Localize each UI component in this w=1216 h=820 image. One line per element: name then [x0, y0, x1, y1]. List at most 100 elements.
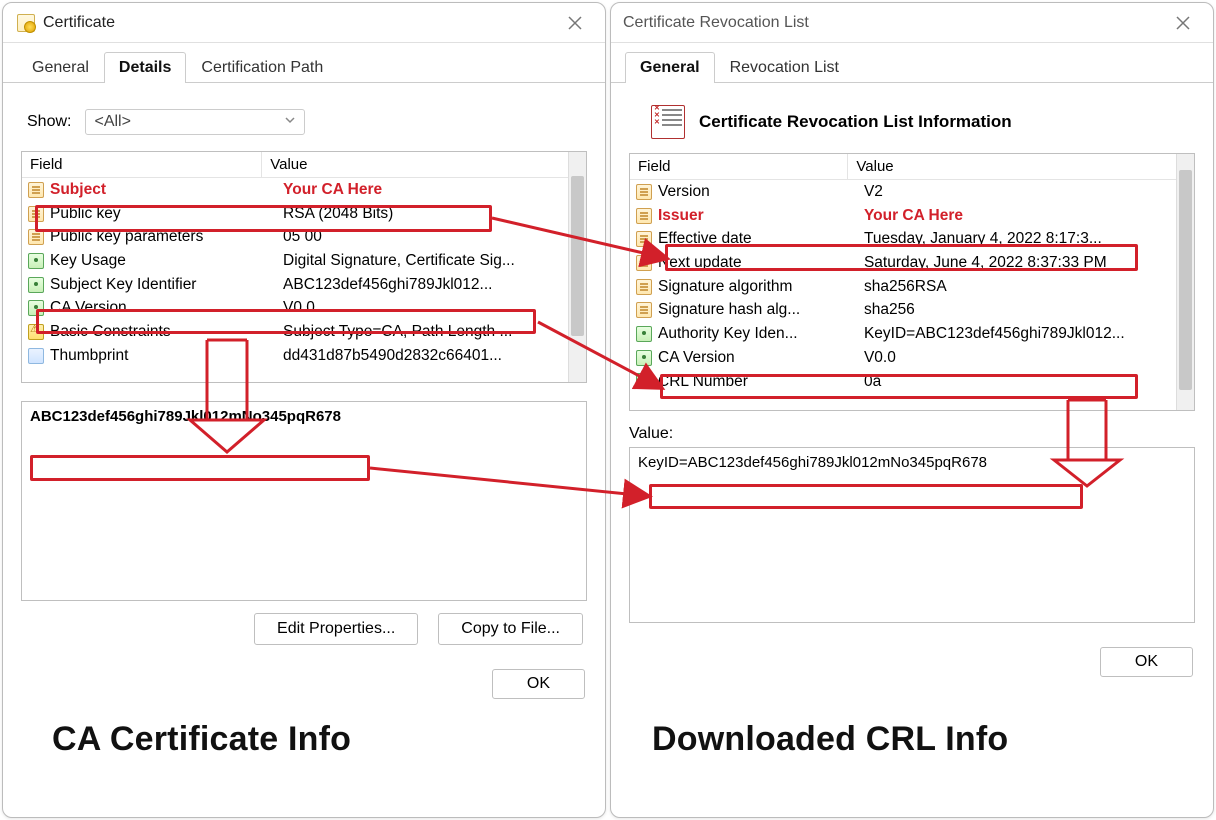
row-field: Signature algorithm: [658, 276, 864, 298]
row-value: Digital Signature, Certificate Sig...: [283, 250, 565, 272]
chevron-down-icon: [284, 113, 296, 131]
row-field: Effective date: [658, 228, 864, 250]
row-field: CRL Number: [658, 371, 864, 393]
show-select-value: <All>: [94, 113, 130, 130]
doc-icon: [634, 300, 654, 320]
row-field: Issuer: [658, 205, 864, 227]
doc-icon: [26, 180, 46, 200]
row-value: Your CA Here: [283, 179, 565, 201]
row-field: CA Version: [658, 347, 864, 369]
row-value: Your CA Here: [864, 205, 1173, 227]
doc-icon: [634, 229, 654, 249]
titlebar: Certificate Revocation List: [611, 3, 1213, 43]
list-row[interactable]: Basic ConstraintsSubject Type=CA, Path L…: [22, 320, 568, 344]
doc-icon: [634, 206, 654, 226]
col-value[interactable]: Value: [262, 152, 568, 177]
doc-icon: [26, 204, 46, 224]
fields-list[interactable]: Field Value SubjectYour CA HerePublic ke…: [21, 151, 587, 383]
row-field: Authority Key Iden...: [658, 323, 864, 345]
ok-button[interactable]: OK: [1100, 647, 1193, 677]
ext-icon: [634, 348, 654, 368]
tab-details[interactable]: Details: [104, 52, 186, 83]
detail-value-text: KeyID=ABC123def456ghi789Jkl012mNo345pqR6…: [638, 454, 987, 471]
titlebar: Certificate: [3, 3, 605, 43]
window-title: Certificate Revocation List: [623, 14, 1161, 32]
row-field: Thumbprint: [50, 345, 283, 367]
list-row[interactable]: Next updateSaturday, June 4, 2022 8:37:3…: [630, 251, 1176, 275]
row-field: Subject: [50, 179, 283, 201]
row-field: CA Version: [50, 297, 283, 319]
list-row[interactable]: Effective dateTuesday, January 4, 2022 8…: [630, 227, 1176, 251]
caption-right: Downloaded CRL Info: [652, 720, 1008, 759]
list-row[interactable]: Signature algorithmsha256RSA: [630, 275, 1176, 299]
bc-icon: [26, 322, 46, 342]
show-label: Show:: [27, 113, 71, 131]
tab-general[interactable]: General: [17, 52, 104, 83]
scrollbar[interactable]: [568, 152, 586, 382]
row-value: 05 00: [283, 226, 565, 248]
list-row[interactable]: CRL Number0a: [630, 370, 1176, 394]
scrollbar[interactable]: [1176, 154, 1194, 410]
ok-button[interactable]: OK: [492, 669, 585, 699]
row-value: V2: [864, 181, 1173, 203]
list-row[interactable]: Subject Key IdentifierABC123def456ghi789…: [22, 273, 568, 297]
tab-certification-path[interactable]: Certification Path: [186, 52, 338, 83]
list-row[interactable]: CA VersionV0.0: [630, 346, 1176, 370]
detail-value-text: ABC123def456ghi789Jkl012mNo345pqR678: [30, 408, 341, 425]
certificate-dialog: Certificate General Details Certificatio…: [2, 2, 606, 818]
crl-dialog: Certificate Revocation List General Revo…: [610, 2, 1214, 818]
crl-info-title: Certificate Revocation List Information: [699, 112, 1012, 132]
row-field: Version: [658, 181, 864, 203]
row-value: KeyID=ABC123def456ghi789Jkl012...: [864, 323, 1173, 345]
row-value: RSA (2048 Bits): [283, 203, 565, 225]
list-header: Field Value: [630, 154, 1176, 180]
tabs: General Details Certification Path: [3, 43, 605, 83]
row-field: Basic Constraints: [50, 321, 283, 343]
doc-icon: [26, 227, 46, 247]
row-value: Subject Type=CA, Path Length ...: [283, 321, 565, 343]
list-row[interactable]: Signature hash alg...sha256: [630, 298, 1176, 322]
row-value: sha256: [864, 299, 1173, 321]
doc-icon: [634, 182, 654, 202]
caption-left: CA Certificate Info: [52, 720, 351, 759]
list-row[interactable]: IssuerYour CA Here: [630, 204, 1176, 228]
edit-properties-button[interactable]: Edit Properties...: [254, 613, 418, 645]
col-value[interactable]: Value: [848, 154, 1176, 179]
fields-list[interactable]: Field Value VersionV2IssuerYour CA HereE…: [629, 153, 1195, 411]
window-title: Certificate: [43, 14, 553, 32]
list-row[interactable]: Key UsageDigital Signature, Certificate …: [22, 249, 568, 273]
detail-textarea[interactable]: KeyID=ABC123def456ghi789Jkl012mNo345pqR6…: [629, 447, 1195, 623]
certificate-icon: [15, 12, 37, 34]
ext-icon: [26, 275, 46, 295]
show-select[interactable]: <All>: [85, 109, 305, 135]
detail-textarea[interactable]: ABC123def456ghi789Jkl012mNo345pqR678: [21, 401, 587, 601]
col-field[interactable]: Field: [22, 152, 262, 177]
value-label: Value:: [629, 425, 1195, 443]
doc-icon: [634, 277, 654, 297]
row-field: Key Usage: [50, 250, 283, 272]
list-row[interactable]: CA VersionV0.0: [22, 296, 568, 320]
tab-general[interactable]: General: [625, 52, 715, 83]
row-field: Next update: [658, 252, 864, 274]
ext-icon: [634, 371, 654, 391]
th-icon: [26, 346, 46, 366]
col-field[interactable]: Field: [630, 154, 848, 179]
row-value: dd431d87b5490d2832c66401...: [283, 345, 565, 367]
list-row[interactable]: Public key parameters05 00: [22, 225, 568, 249]
list-header: Field Value: [22, 152, 568, 178]
ext-icon: [26, 298, 46, 318]
tab-revocation-list[interactable]: Revocation List: [715, 52, 854, 83]
ext-icon: [634, 324, 654, 344]
list-row[interactable]: Authority Key Iden...KeyID=ABC123def456g…: [630, 322, 1176, 346]
list-row[interactable]: Public keyRSA (2048 Bits): [22, 202, 568, 226]
list-row[interactable]: VersionV2: [630, 180, 1176, 204]
row-value: Saturday, June 4, 2022 8:37:33 PM: [864, 252, 1173, 274]
row-value: sha256RSA: [864, 276, 1173, 298]
list-row[interactable]: Thumbprintdd431d87b5490d2832c66401...: [22, 344, 568, 368]
close-button[interactable]: [1161, 8, 1205, 38]
crl-icon: [651, 105, 685, 139]
list-row[interactable]: SubjectYour CA Here: [22, 178, 568, 202]
row-value: ABC123def456ghi789Jkl012...: [283, 274, 565, 296]
copy-to-file-button[interactable]: Copy to File...: [438, 613, 583, 645]
close-button[interactable]: [553, 8, 597, 38]
